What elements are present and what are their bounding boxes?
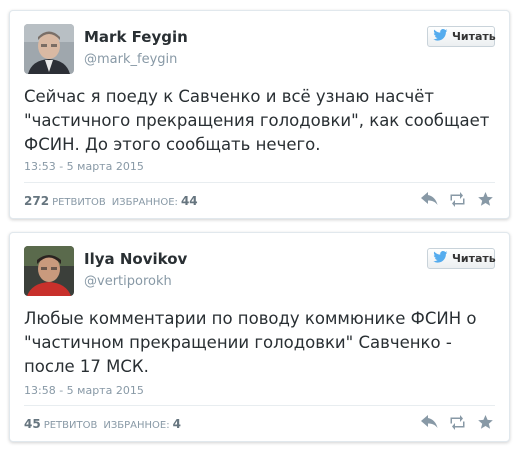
- reply-icon[interactable]: [421, 415, 438, 430]
- twitter-bird-icon: [433, 251, 452, 266]
- tweet-card: Ilya Novikov @vertiporokh Читать Любые к…: [9, 232, 510, 442]
- retweets-count[interactable]: 272: [24, 194, 49, 208]
- tweet-text: Сейчас я поеду к Савченко и всё узнаю на…: [24, 87, 490, 154]
- tweet-actions: [421, 415, 494, 430]
- follow-label: Читать: [452, 30, 496, 43]
- tweet-timestamp[interactable]: 13:58 - 5 марта 2015: [24, 384, 144, 397]
- tweet-stats: 45 РЕТВИТОВ ИЗБРАННОЕ: 4: [24, 417, 184, 431]
- star-icon[interactable]: [477, 415, 494, 430]
- tweet-timestamp[interactable]: 13:53 - 5 марта 2015: [24, 160, 144, 173]
- retweets-count[interactable]: 45: [24, 417, 41, 431]
- tweet-text: Любые комментарии по поводу коммюнике ФС…: [24, 309, 477, 376]
- avatar[interactable]: [24, 246, 74, 296]
- twitter-bird-icon: [433, 29, 452, 44]
- tweet-stats: 272 РЕТВИТОВ ИЗБРАННОЕ: 44: [24, 194, 201, 208]
- favorites-count[interactable]: 4: [173, 417, 181, 431]
- author-handle[interactable]: @vertiporokh: [84, 274, 172, 289]
- author-name[interactable]: Mark Feygin: [84, 28, 188, 46]
- favorites-label: ИЗБРАННОЕ:: [103, 420, 170, 431]
- favorites-count[interactable]: 44: [181, 194, 198, 208]
- follow-button[interactable]: Читать: [427, 248, 496, 269]
- follow-label: Читать: [452, 252, 496, 265]
- retweets-label: РЕТВИТОВ: [52, 197, 106, 208]
- retweet-icon[interactable]: [449, 415, 466, 430]
- follow-button[interactable]: Читать: [427, 26, 496, 47]
- retweets-label: РЕТВИТОВ: [43, 420, 98, 431]
- avatar[interactable]: [24, 24, 74, 74]
- divider: [24, 405, 495, 406]
- reply-icon[interactable]: [421, 192, 438, 207]
- favorites-label: ИЗБРАННОЕ:: [111, 197, 178, 208]
- tweet-actions: [421, 192, 494, 207]
- author-name[interactable]: Ilya Novikov: [84, 250, 187, 268]
- retweet-icon[interactable]: [449, 192, 466, 207]
- tweet-card: Mark Feygin @mark_feygin Читать Сейчас я…: [9, 10, 510, 219]
- divider: [24, 182, 495, 183]
- author-handle[interactable]: @mark_feygin: [84, 52, 177, 67]
- star-icon[interactable]: [477, 192, 494, 207]
